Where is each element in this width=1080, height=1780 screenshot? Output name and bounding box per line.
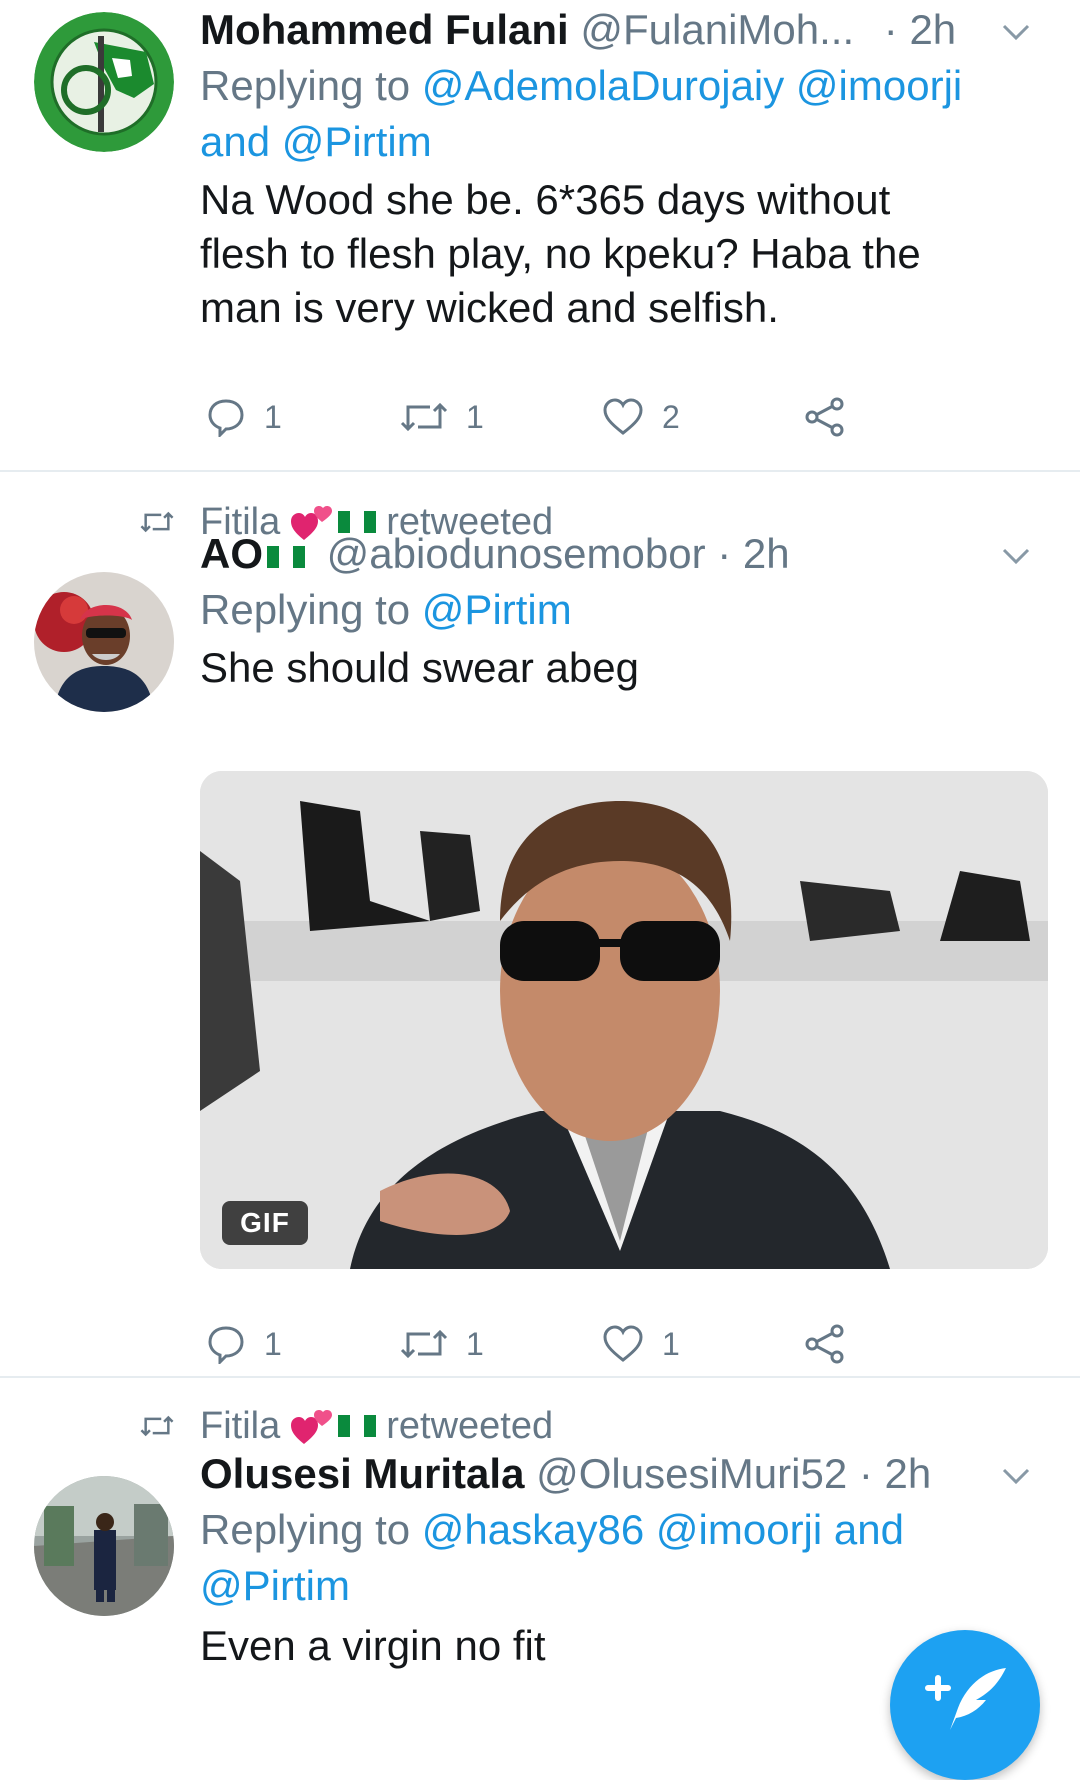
- tweet-text: She should swear abeg: [200, 638, 639, 698]
- timestamp[interactable]: · 2h: [859, 1450, 931, 1497]
- chevron-down-icon[interactable]: [998, 14, 1034, 50]
- retweeter-name[interactable]: Fitila: [200, 1405, 280, 1448]
- retweet-count: 1: [466, 1325, 484, 1362]
- share-button[interactable]: [804, 387, 846, 447]
- timestamp[interactable]: · 2h: [884, 6, 956, 53]
- reply-button[interactable]: 1: [206, 1314, 282, 1374]
- share-icon: [805, 397, 844, 437]
- share-button[interactable]: [804, 1314, 846, 1374]
- like-count: 1: [662, 1325, 680, 1362]
- share-icon: [805, 1324, 844, 1364]
- avatar-mohammed-fulani[interactable]: [34, 12, 174, 152]
- retweet-icon: [140, 1415, 174, 1437]
- retweet-icon: [400, 402, 448, 432]
- author-name[interactable]: AO: [200, 530, 263, 577]
- chevron-down-icon[interactable]: [998, 538, 1034, 574]
- tweet-text-line: man is very wicked and selfish.: [200, 284, 779, 331]
- retweet-icon: [400, 1329, 448, 1359]
- chevron-down-icon[interactable]: [998, 1458, 1034, 1494]
- tweet-text-line: flesh to flesh play, no kpeku? Haba the: [200, 230, 921, 277]
- avatar-ao[interactable]: [34, 572, 174, 712]
- tweet-actions: 1 1 2: [200, 387, 920, 447]
- like-icon: [603, 1325, 643, 1362]
- nigeria-flag-icon: [338, 1415, 377, 1437]
- reply-icon: [208, 1326, 244, 1364]
- reply-context: Replying to @haskay86 @imoorji and: [200, 1500, 904, 1560]
- replying-to-label: Replying to: [200, 62, 411, 109]
- timestamp[interactable]: · 2h: [717, 530, 789, 577]
- replying-to-label: Replying to: [200, 1506, 411, 1553]
- like-count: 2: [662, 398, 680, 435]
- reply-mentions[interactable]: @Pirtim: [422, 586, 572, 633]
- tweet-text-line: Na Wood she be. 6*365 days without: [200, 176, 891, 223]
- like-icon: [603, 398, 643, 435]
- tweet-text-line: She should swear abeg: [200, 644, 639, 691]
- tweet-header: Olusesi Muritala @OlusesiMuri52 · 2h: [200, 1444, 931, 1504]
- like-button[interactable]: 2: [602, 387, 680, 447]
- gif-media[interactable]: GIF: [200, 771, 1048, 1269]
- reply-mentions-cont[interactable]: @Pirtim: [200, 1556, 350, 1616]
- retweet-button[interactable]: 1: [400, 387, 484, 447]
- reply-mentions[interactable]: @haskay86 @imoorji and: [422, 1506, 904, 1553]
- retweeted-label: retweeted: [386, 1404, 554, 1447]
- reply-context: Replying to @Pirtim: [200, 580, 572, 640]
- retweet-icon: [140, 511, 174, 533]
- tweet-header: AO @abiodunosemobor · 2h: [200, 524, 790, 584]
- avatar-olusesi-muritala[interactable]: [34, 1476, 174, 1616]
- tweet-divider: [0, 1376, 1080, 1378]
- reply-icon: [208, 399, 244, 437]
- tweet-text-line: Even a virgin no fit: [200, 1622, 546, 1669]
- tweet-actions: 1 1 1: [200, 1314, 920, 1374]
- tweet-text: Na Wood she be. 6*365 days without flesh…: [200, 170, 921, 338]
- reply-count: 1: [264, 1325, 282, 1362]
- compose-tweet-button[interactable]: [890, 1630, 1040, 1780]
- compose-tweet-icon: [925, 1668, 1006, 1730]
- reply-count: 1: [264, 398, 282, 435]
- reply-mentions-cont[interactable]: and @Pirtim: [200, 112, 432, 172]
- author-handle[interactable]: @abiodunosemobor: [327, 530, 706, 577]
- author-handle[interactable]: @FulaniMoh...: [580, 6, 854, 53]
- gif-frame: [200, 771, 1048, 1269]
- gif-badge: GIF: [222, 1201, 308, 1245]
- reply-mentions[interactable]: @AdemolaDurojaiy @imoorji: [422, 62, 962, 109]
- retweet-count: 1: [466, 398, 484, 435]
- tweet-text: Even a virgin no fit: [200, 1616, 546, 1676]
- author-handle[interactable]: @OlusesiMuri52: [536, 1450, 847, 1497]
- tweet-divider: [0, 470, 1080, 472]
- author-name[interactable]: Mohammed Fulani: [200, 6, 569, 53]
- reply-context: Replying to @AdemolaDurojaiy @imoorji: [200, 56, 962, 116]
- nigeria-flag-icon: [267, 545, 305, 568]
- like-button[interactable]: 1: [602, 1314, 680, 1374]
- retweet-button[interactable]: 1: [400, 1314, 484, 1374]
- two-hearts-emoji-icon: [291, 1410, 333, 1444]
- tweet-header: Mohammed Fulani @FulaniMoh... · 2h: [200, 0, 956, 60]
- author-name[interactable]: Olusesi Muritala: [200, 1450, 524, 1497]
- replying-to-label: Replying to: [200, 586, 411, 633]
- reply-button[interactable]: 1: [206, 387, 282, 447]
